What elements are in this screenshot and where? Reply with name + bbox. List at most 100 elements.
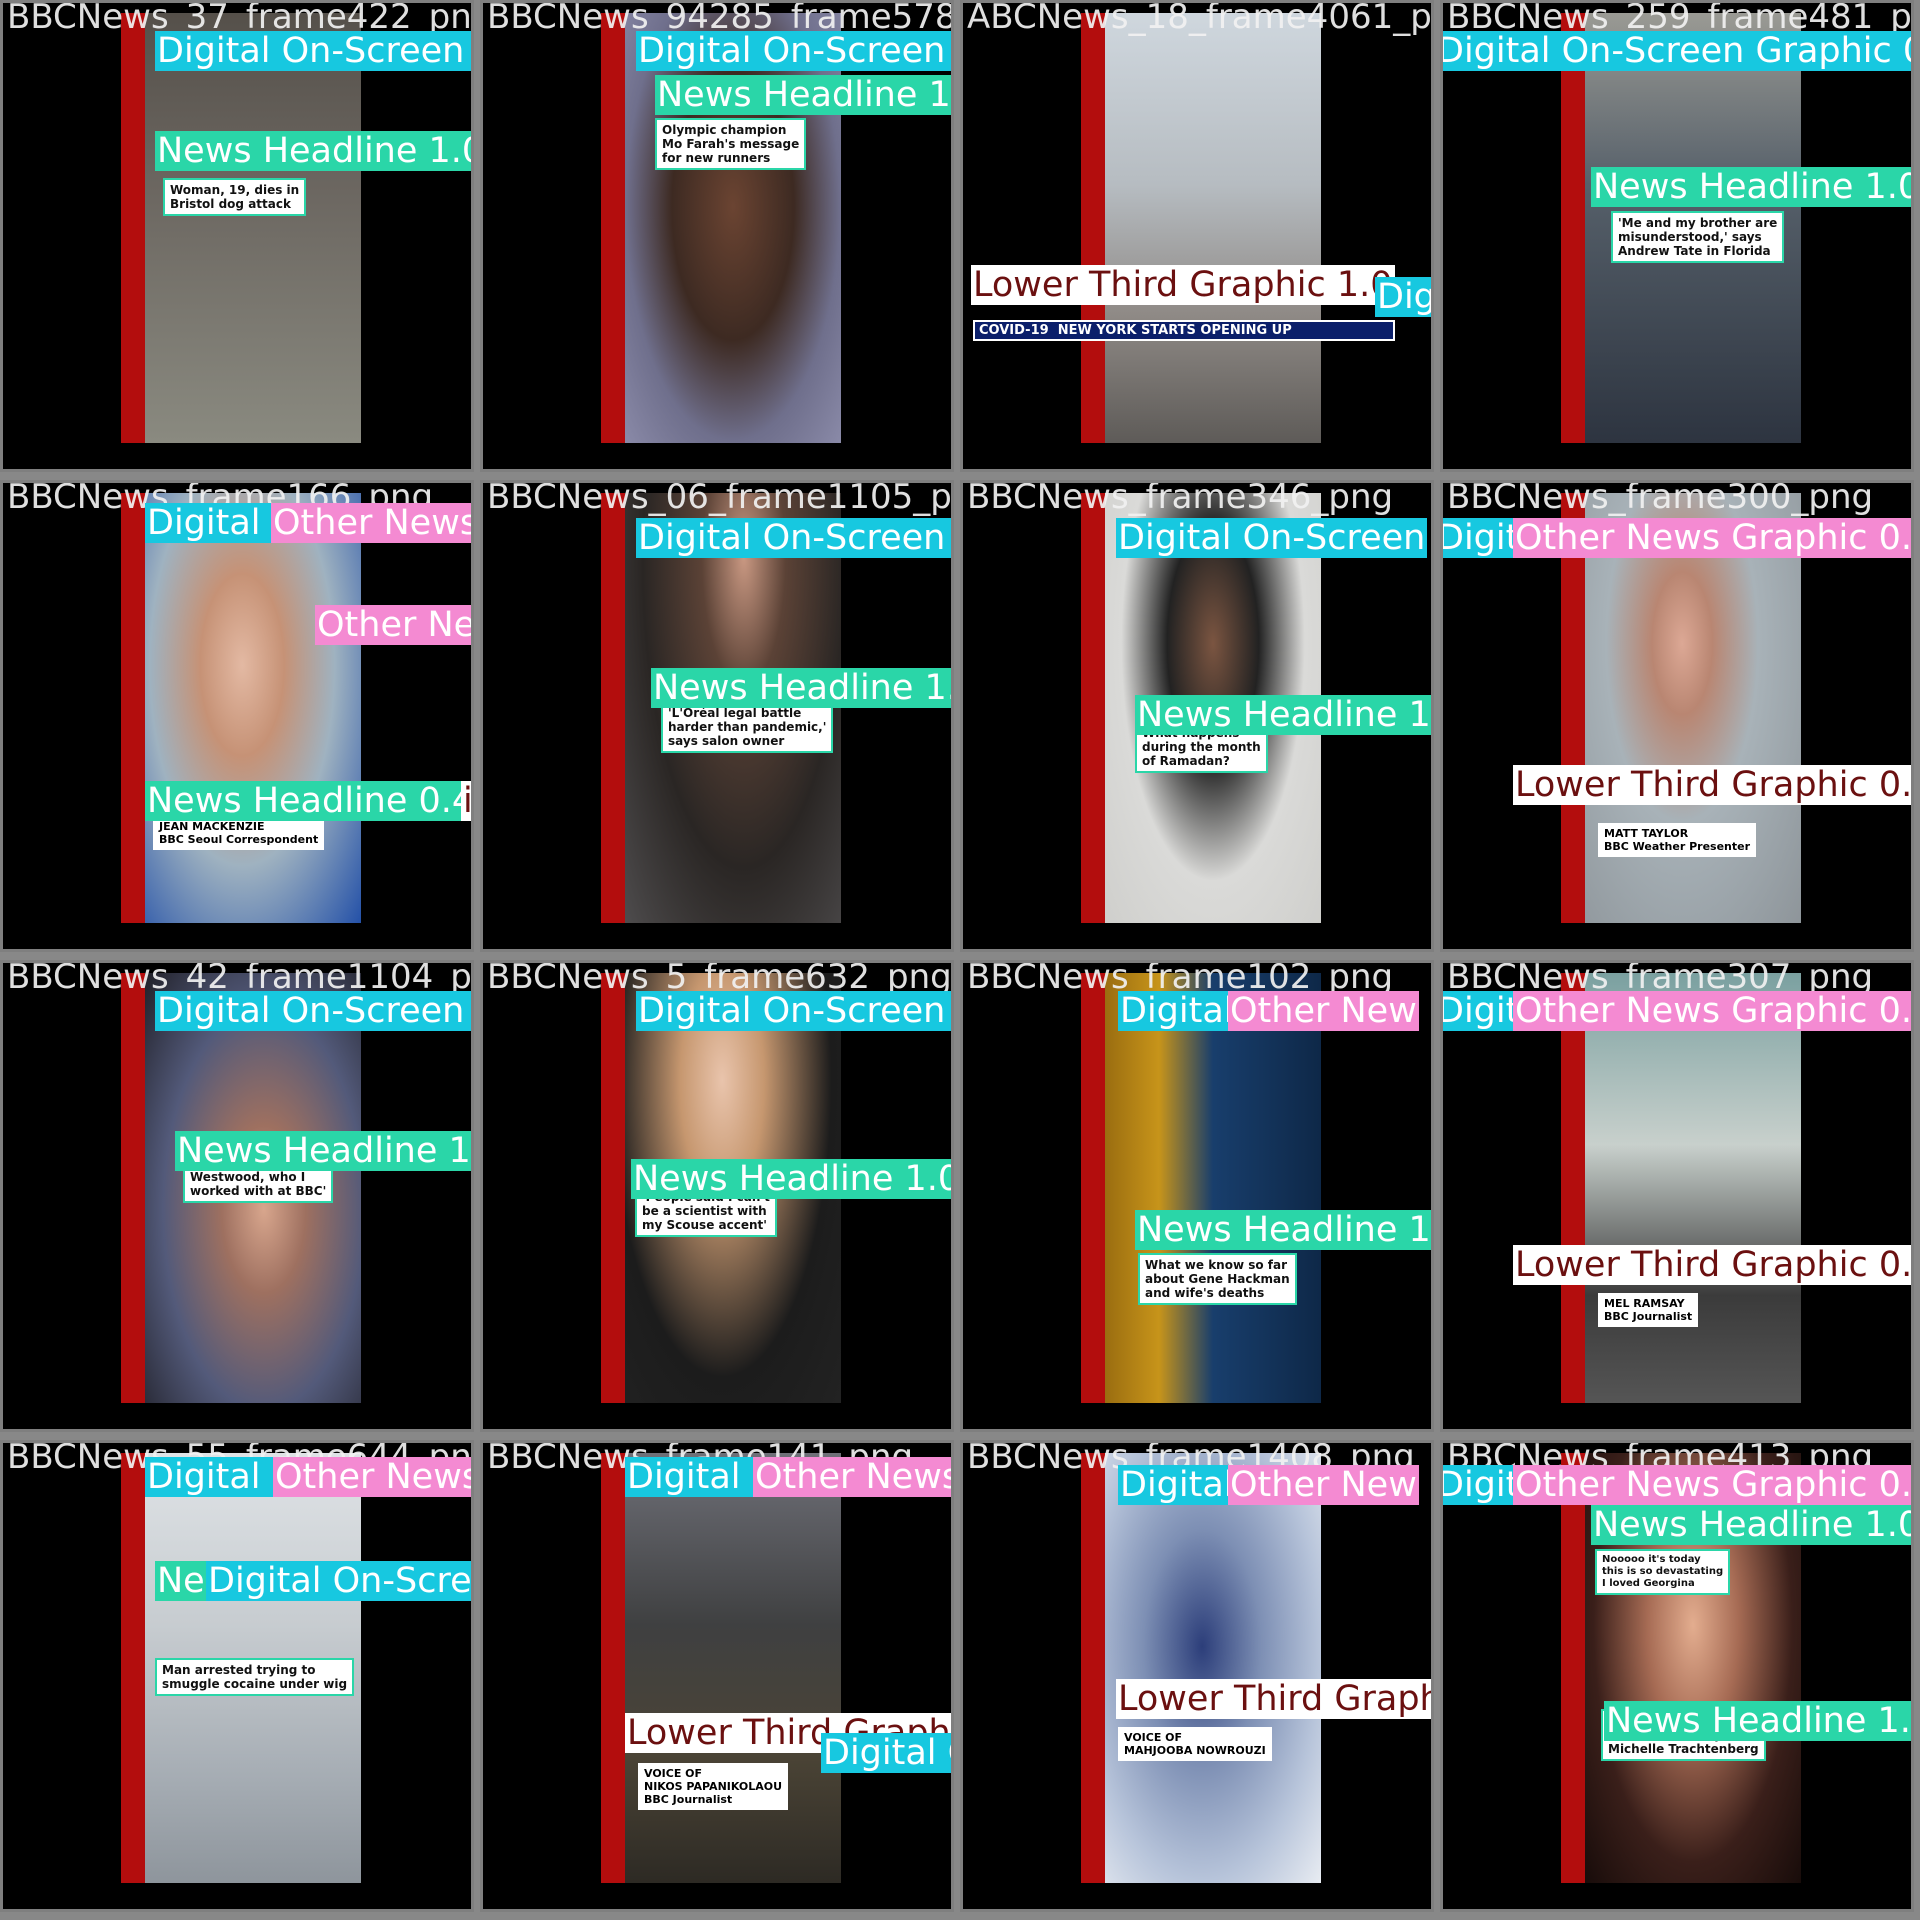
red-side-bar	[601, 1453, 625, 1883]
frame-area: What happens during the month of Ramadan…	[963, 483, 1431, 949]
red-side-bar	[1561, 973, 1585, 1403]
thumbnail-tile[interactable]: MEL RAMSAY BBC Journalist BBCNews_frame30…	[1440, 960, 1914, 1432]
red-side-bar	[1081, 1453, 1105, 1883]
detection-label-lower: Lower Third Graphic 1.0	[971, 265, 1395, 305]
red-side-bar	[1561, 1453, 1585, 1883]
thumbnail-tile[interactable]: VOICE OF NIKOS PAPANIKOLAOU BBC Journali…	[480, 1440, 954, 1912]
detection-label-headline: News Headline 1.0	[1135, 1210, 1431, 1250]
frame-area: Woman, 19, dies in Bristol dog attack BBC…	[3, 3, 471, 469]
lower-third: COVID-19 NEW YORK STARTS OPENING UP	[973, 320, 1395, 341]
thumbnail-tile[interactable]: VOICE OF MAHJOOBA NOWROUZI BBCNews_frame1…	[960, 1440, 1434, 1912]
lower-third: VOICE OF MAHJOOBA NOWROUZI	[1118, 1727, 1272, 1761]
detection-label-other: Other News Graphic	[273, 1457, 471, 1497]
video-frame	[601, 1453, 841, 1883]
detection-label-other: Other News Graphic 0.8	[1513, 518, 1911, 558]
scene-image	[1105, 973, 1321, 1403]
frame-area: 'Me and my brother are misunderstood,' s…	[1443, 3, 1911, 469]
detection-label-digital: Digital On-Screen Graphic 0.	[155, 31, 471, 71]
scene-image	[1105, 13, 1321, 443]
frame-area: Man arrested trying to smuggle cocaine u…	[3, 1443, 471, 1909]
detection-label-digital: Digital On-Screen Graphic 0.	[636, 991, 951, 1031]
thumbnail-tile[interactable]: Olympic champion Mo Farah's message for …	[480, 0, 954, 472]
detection-label-lower: Lower Third Graphic 0.9	[1116, 1679, 1431, 1719]
lower-third: VOICE OF NIKOS PAPANIKOLAOU BBC Journali…	[638, 1763, 789, 1810]
detection-label-digital: Digital On-Screen Graphic 0.9	[1375, 277, 1431, 317]
red-side-bar	[1081, 493, 1105, 923]
lower-third: JEAN MACKENZIE BBC Seoul Correspondent	[153, 816, 325, 850]
frame-area: 'People said I can't be a scientist with…	[483, 963, 951, 1429]
red-side-bar	[1081, 13, 1105, 443]
thumbnail-tile[interactable]: Man arrested trying to smuggle cocaine u…	[0, 1440, 474, 1912]
detection-label-other: Other News Graphic 0.8	[1513, 991, 1911, 1031]
thumbnail-tile[interactable]: MATT TAYLOR BBC Weather Presenter BBCNews…	[1440, 480, 1914, 952]
video-frame	[121, 13, 361, 443]
red-side-bar	[601, 13, 625, 443]
frame-area: MEL RAMSAY BBC Journalist BBCNews_frame30…	[1443, 963, 1911, 1429]
thumbnail-tile[interactable]: Woman, 19, dies in Bristol dog attack BBC…	[0, 0, 474, 472]
detection-label-headline: News Headline 1.0	[1591, 1505, 1911, 1545]
frame-area: JEAN MACKENZIE BBC Seoul Correspondent BB…	[3, 483, 471, 949]
detection-label-other: Other News Graphic 0.6	[315, 605, 471, 645]
detection-label-digital: Digital On-Screen Graphic 0.	[155, 991, 471, 1031]
video-frame	[1081, 973, 1321, 1403]
frame-filename: BBCNews_frame346_png	[967, 483, 1394, 517]
frame-area: 'I investigated Tim Westwood, who I work…	[3, 963, 471, 1429]
headline-caption: Man arrested trying to smuggle cocaine u…	[155, 1658, 355, 1696]
detection-label-headline: News Headline 1.0	[1591, 167, 1911, 207]
frame-filename: BBCNews_06_frame1105_png	[487, 483, 951, 517]
detection-label-other: Other New	[1228, 1465, 1419, 1505]
red-side-bar	[121, 973, 145, 1403]
scene-image	[145, 493, 361, 923]
comment-card: Nooooo it's today this is so devastating…	[1595, 1549, 1731, 1595]
detection-label-lower: Lower Third Graphic 0.9	[1513, 1245, 1911, 1285]
detection-label-headline: News Headline 1.0	[155, 131, 471, 171]
detection-label-lower: Lower Third Graphic 0.9	[1513, 765, 1911, 805]
mosaic-grid: Woman, 19, dies in Bristol dog attack BBC…	[0, 0, 1920, 1920]
video-frame	[1081, 13, 1321, 443]
detection-label-headline: News Headline 0.4	[145, 781, 471, 821]
detection-label-headline: News Headline 1.0	[1135, 695, 1431, 735]
frame-area: What we know so far about Gene Hackman a…	[963, 963, 1431, 1429]
thumbnail-tile[interactable]: 'Me and my brother are misunderstood,' s…	[1440, 0, 1914, 472]
detection-label-digital: Digital On-Screen Graphic 0	[636, 518, 951, 558]
thumbnail-tile[interactable]: 'I investigated Tim Westwood, who I work…	[0, 960, 474, 1432]
detection-label-lower: ic 0.7	[461, 781, 471, 821]
detection-label-other: Other News Graphic	[753, 1457, 951, 1497]
thumbnail-tile[interactable]: 'People said I can't be a scientist with…	[480, 960, 954, 1432]
frame-area: COVID-19 NEW YORK STARTS OPENING UP ABCNe…	[963, 3, 1431, 469]
headline-caption: Olympic champion Mo Farah's message for …	[655, 118, 807, 170]
frame-filename: BBCNews_frame300_png	[1447, 483, 1874, 517]
headline-caption: 'L'Oréal legal battle harder than pandem…	[661, 701, 834, 753]
red-side-bar	[601, 973, 625, 1403]
scene-image	[145, 13, 361, 443]
thumbnail-tile[interactable]: JEAN MACKENZIE BBC Seoul Correspondent BB…	[0, 480, 474, 952]
detection-label-other: Other News Graphic 0	[271, 503, 471, 543]
detection-label-digital: Digital	[1118, 1465, 1236, 1505]
frame-area: Tributes paid to 'smart and sassy' Miche…	[1443, 1443, 1911, 1909]
detection-label-digital: Digital On-Screen Graphic 0.7	[821, 1733, 951, 1773]
detection-label-headline: Ne	[155, 1561, 207, 1601]
video-frame	[1081, 1453, 1321, 1883]
scene-image	[625, 1453, 841, 1883]
video-frame	[121, 493, 361, 923]
frame-area: VOICE OF MAHJOOBA NOWROUZI BBCNews_frame1…	[963, 1443, 1431, 1909]
detection-label-headline: News Headline 1.0	[1604, 1701, 1911, 1741]
red-side-bar	[121, 493, 145, 923]
detection-label-headline: News Headline 1.0	[651, 668, 951, 708]
scene-image	[1105, 1453, 1321, 1883]
red-side-bar	[121, 13, 145, 443]
red-side-bar	[121, 1453, 145, 1883]
scene-image	[1585, 973, 1801, 1403]
video-frame	[1561, 973, 1801, 1403]
thumbnail-tile[interactable]: Tributes paid to 'smart and sassy' Miche…	[1440, 1440, 1914, 1912]
detection-label-headline: News Headline 1.0	[631, 1159, 951, 1199]
lower-third: MEL RAMSAY BBC Journalist	[1598, 1293, 1699, 1327]
red-side-bar	[601, 493, 625, 923]
detection-label-digital: Digital	[1118, 991, 1236, 1031]
frame-area: Olympic champion Mo Farah's message for …	[483, 3, 951, 469]
thumbnail-tile[interactable]: 'L'Oréal legal battle harder than pandem…	[480, 480, 954, 952]
detection-label-digital: Digital On-Screen Graphic 0.5	[206, 1561, 471, 1601]
thumbnail-tile[interactable]: COVID-19 NEW YORK STARTS OPENING UP ABCNe…	[960, 0, 1434, 472]
thumbnail-tile[interactable]: What we know so far about Gene Hackman a…	[960, 960, 1434, 1432]
thumbnail-tile[interactable]: What happens during the month of Ramadan…	[960, 480, 1434, 952]
